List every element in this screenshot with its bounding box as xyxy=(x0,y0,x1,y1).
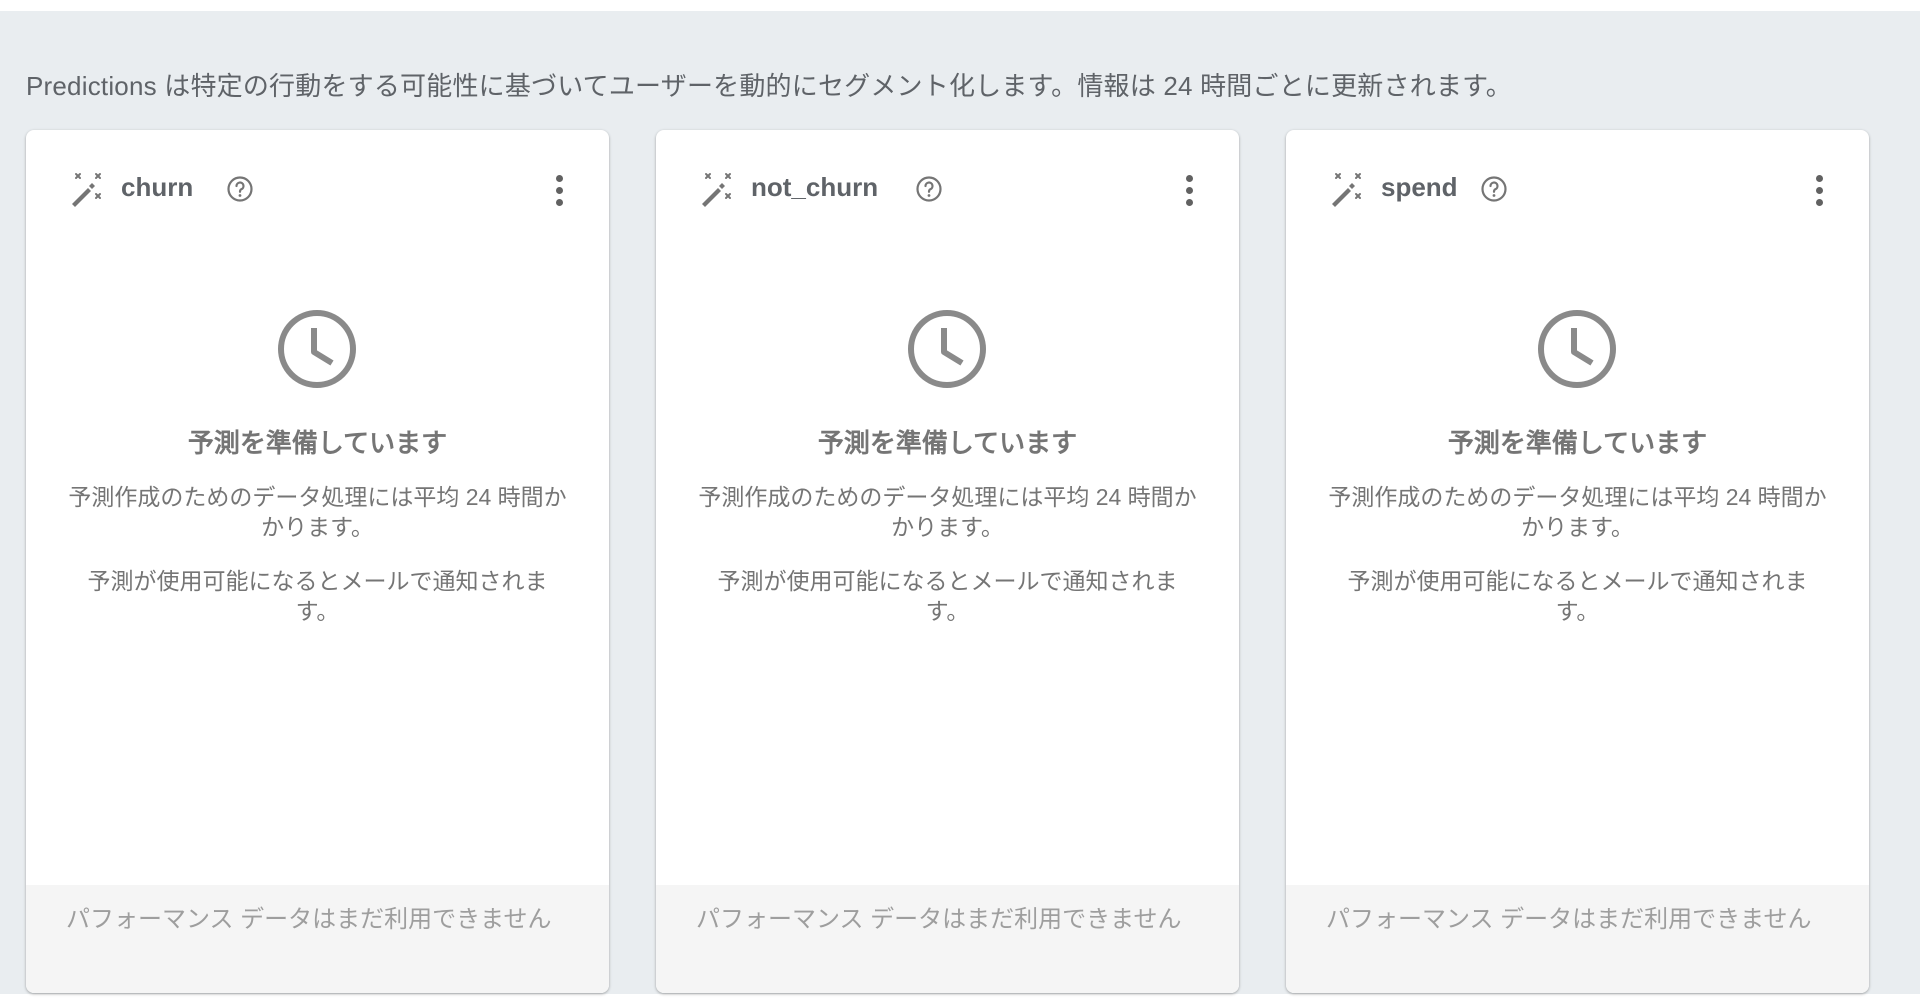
status-title: 予測を準備しています xyxy=(1447,428,1708,458)
prediction-card-spend: spend 予測を準備しています 予測作成のためのデータ処理には平均 24 時間… xyxy=(1286,130,1869,993)
prediction-card-not-churn: not_churn 予測を準備しています 予測作成のためのデータ処理には平均 2… xyxy=(656,130,1239,993)
status-text-notification: 予測が使用可能になるとメールで通知されます。 xyxy=(1347,568,1808,624)
status-text-processing: 予測作成のためのデータ処理には平均 24 時間かかります。 xyxy=(68,484,567,540)
help-circle-icon[interactable] xyxy=(915,175,943,203)
card-footer: パフォーマンス データはまだ利用できません xyxy=(1286,885,1869,993)
predictions-description: Predictions は特定の行動をする可能性に基づいてユーザーを動的にセグメ… xyxy=(26,71,1512,101)
magic-wand-icon xyxy=(702,173,731,207)
footer-text: パフォーマンス データはまだ利用できません xyxy=(1326,906,1812,933)
card-header: not_churn xyxy=(656,130,1239,250)
card-header: spend xyxy=(1286,130,1869,250)
magic-wand-icon xyxy=(1332,173,1361,207)
clock-icon xyxy=(1538,310,1616,388)
card-title: not_churn xyxy=(751,172,879,202)
footer-text: パフォーマンス データはまだ利用できません xyxy=(696,906,1182,933)
card-footer: パフォーマンス データはまだ利用できません xyxy=(656,885,1239,993)
card-title: churn xyxy=(121,172,194,202)
more-vert-icon[interactable] xyxy=(1179,170,1199,210)
status-text-processing: 予測作成のためのデータ処理には平均 24 時間かかります。 xyxy=(698,484,1197,540)
clock-icon xyxy=(278,310,356,388)
card-title: spend xyxy=(1381,172,1458,202)
magic-wand-icon xyxy=(72,173,101,207)
help-circle-icon[interactable] xyxy=(1480,175,1508,203)
more-vert-icon[interactable] xyxy=(1809,170,1829,210)
prediction-card-churn: churn 予測を準備しています 予測作成のためのデータ処理には平均 24 時間… xyxy=(26,130,609,993)
status-title: 予測を準備しています xyxy=(187,428,448,458)
status-title: 予測を準備しています xyxy=(817,428,1078,458)
clock-icon xyxy=(908,310,986,388)
card-header: churn xyxy=(26,130,609,250)
status-text-notification: 予測が使用可能になるとメールで通知されます。 xyxy=(717,568,1178,624)
more-vert-icon[interactable] xyxy=(549,170,569,210)
footer-text: パフォーマンス データはまだ利用できません xyxy=(66,906,552,933)
predictions-panel: Predictions は特定の行動をする可能性に基づいてユーザーを動的にセグメ… xyxy=(0,11,1920,994)
card-footer: パフォーマンス データはまだ利用できません xyxy=(26,885,609,993)
status-text-processing: 予測作成のためのデータ処理には平均 24 時間かかります。 xyxy=(1328,484,1827,540)
status-text-notification: 予測が使用可能になるとメールで通知されます。 xyxy=(87,568,548,624)
help-circle-icon[interactable] xyxy=(226,175,254,203)
